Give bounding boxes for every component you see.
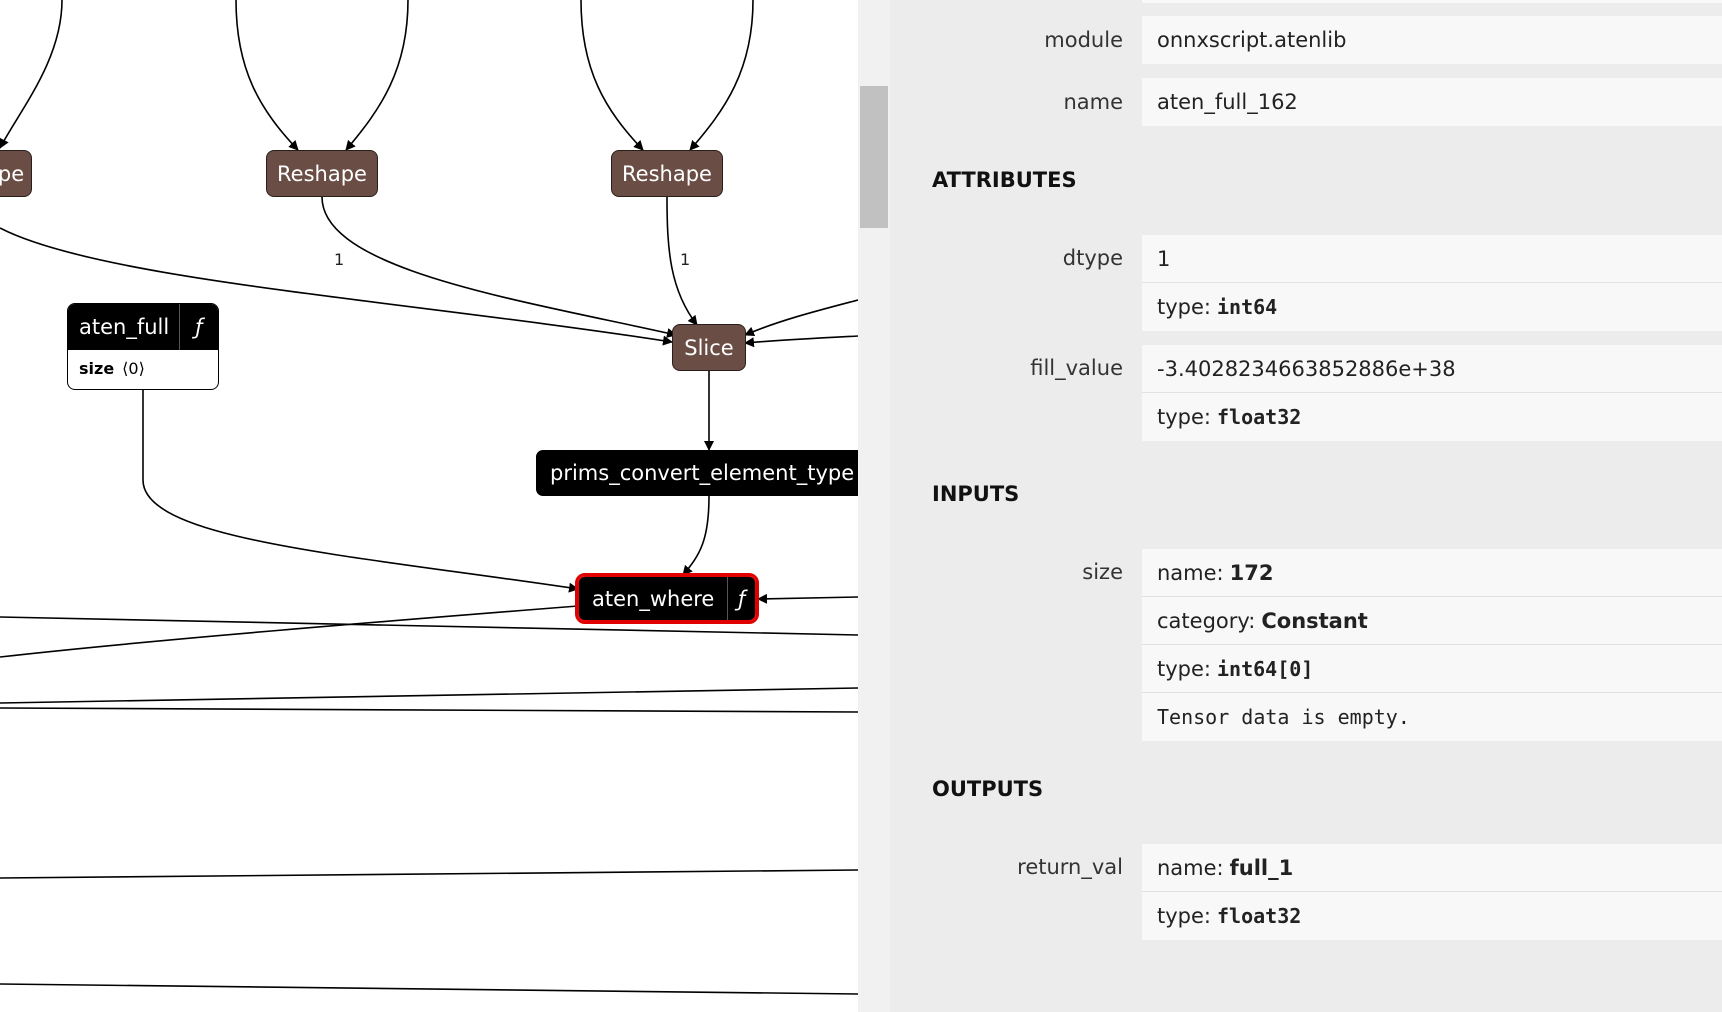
size-name-key: name: <box>1157 560 1224 585</box>
previous-field-edge <box>1142 0 1722 3</box>
dtype-label: dtype <box>1062 246 1123 270</box>
fill-value-type-key: type: <box>1157 405 1211 429</box>
edge-right-slice-b <box>744 335 858 348</box>
reshape-node-right[interactable]: Reshape <box>611 150 723 197</box>
edge-top-mid-a <box>235 0 299 151</box>
inputs-heading: INPUTS <box>932 482 1020 506</box>
module-value: onnxscript.atenlib <box>1157 28 1347 52</box>
size-category: category: Constant <box>1142 597 1722 645</box>
fill-value-type-value: float32 <box>1217 405 1302 429</box>
name-label: name <box>1063 90 1123 114</box>
return-val-name-key: name: <box>1157 855 1224 880</box>
edge-top-right-a <box>580 0 644 151</box>
properties-panel: module onnxscript.atenlib name aten_full… <box>890 0 1722 1012</box>
aten-where-label: aten_where <box>592 586 715 611</box>
return-val-type-value: float32 <box>1217 904 1302 928</box>
fill-value-type: type: float32 <box>1142 393 1722 441</box>
size-field[interactable]: name: 172 category: Constant type: int64… <box>1142 549 1722 741</box>
graph-scrollbar-thumb[interactable] <box>860 86 888 228</box>
aten-where-node[interactable]: aten_where ƒ <box>575 573 759 624</box>
return-val-name-value: full_1 <box>1229 855 1294 880</box>
attributes-heading: ATTRIBUTES <box>932 168 1077 192</box>
module-field[interactable]: onnxscript.atenlib <box>1142 16 1722 64</box>
size-type-key: type: <box>1157 656 1211 681</box>
reshape-node-middle[interactable]: Reshape <box>266 150 378 197</box>
edge-right-slice-a <box>744 299 858 337</box>
aten-full-node[interactable]: aten_full ƒ size ⟨0⟩ <box>67 303 219 390</box>
edge-label-mid: 1 <box>334 250 345 269</box>
edge-long-3 <box>0 707 858 713</box>
size-label: size <box>1082 560 1123 584</box>
size-category-key: category: <box>1157 608 1256 633</box>
return-val-type-key: type: <box>1157 904 1211 928</box>
outputs-heading: OUTPUTS <box>932 777 1044 801</box>
edge-long-4 <box>0 869 858 879</box>
edge-reshape-mid-slice <box>321 196 677 338</box>
size-name-value: 172 <box>1229 560 1274 585</box>
return-val-type: type: float32 <box>1142 892 1722 940</box>
function-icon: ƒ <box>179 304 218 350</box>
dtype-type-key: type: <box>1157 295 1211 319</box>
edge-top-mid-b <box>345 0 409 151</box>
dtype-field[interactable]: 1 type: int64 <box>1142 235 1722 331</box>
reshape-node-left-label: pe <box>0 161 25 186</box>
size-tensor-note: Tensor data is empty. <box>1142 693 1722 741</box>
graph-edges <box>0 0 858 995</box>
dtype-type: type: int64 <box>1142 283 1722 331</box>
aten-full-attr-value: ⟨0⟩ <box>122 358 145 378</box>
edge-full-where <box>142 390 579 593</box>
edge-prims-where <box>682 495 710 576</box>
fill-value-label: fill_value <box>1030 356 1123 380</box>
size-type-value: int64[0] <box>1217 656 1314 681</box>
aten-full-attribute: size ⟨0⟩ <box>68 350 218 386</box>
prims-convert-node[interactable]: prims_convert_element_type ƒ <box>536 450 858 496</box>
reshape-node-left[interactable]: pe <box>0 150 32 197</box>
dtype-value: 1 <box>1142 235 1722 283</box>
name-field[interactable]: aten_full_162 <box>1142 78 1722 126</box>
edge-label-right: 1 <box>680 250 691 269</box>
reshape-node-right-label: Reshape <box>622 161 712 186</box>
slice-node[interactable]: Slice <box>672 324 746 371</box>
module-label: module <box>1044 28 1123 52</box>
edge-top-right-b <box>689 0 754 151</box>
name-value: aten_full_162 <box>1157 90 1298 114</box>
edge-long-2 <box>0 687 858 704</box>
fill-value-value: -3.4028234663852886e+38 <box>1142 345 1722 393</box>
prims-convert-label: prims_convert_element_type <box>550 461 855 485</box>
size-name: name: 172 <box>1142 549 1722 597</box>
size-type: type: int64[0] <box>1142 645 1722 693</box>
edge-top-left <box>0 0 63 149</box>
edge-where-out <box>0 605 579 658</box>
dtype-type-value: int64 <box>1217 295 1278 319</box>
aten-full-header: aten_full ƒ <box>68 304 218 350</box>
size-category-value: Constant <box>1261 608 1368 633</box>
return-val-name: name: full_1 <box>1142 844 1722 892</box>
return-val-field[interactable]: name: full_1 type: float32 <box>1142 844 1722 940</box>
fill-value-field[interactable]: -3.4028234663852886e+38 type: float32 <box>1142 345 1722 441</box>
aten-full-attr-name: size <box>79 358 115 378</box>
reshape-node-middle-label: Reshape <box>277 161 367 186</box>
graph-canvas[interactable]: 1 1 pe Reshape Reshape Slice aten_full ƒ… <box>0 0 858 1012</box>
function-icon: ƒ <box>727 577 755 620</box>
return-val-label: return_val <box>1017 855 1123 879</box>
edge-long-5 <box>0 983 858 995</box>
aten-full-label: aten_full <box>79 315 170 339</box>
size-tensor-note-text: Tensor data is empty. <box>1157 705 1410 729</box>
slice-node-label: Slice <box>684 335 734 360</box>
edge-right-where <box>757 593 858 604</box>
